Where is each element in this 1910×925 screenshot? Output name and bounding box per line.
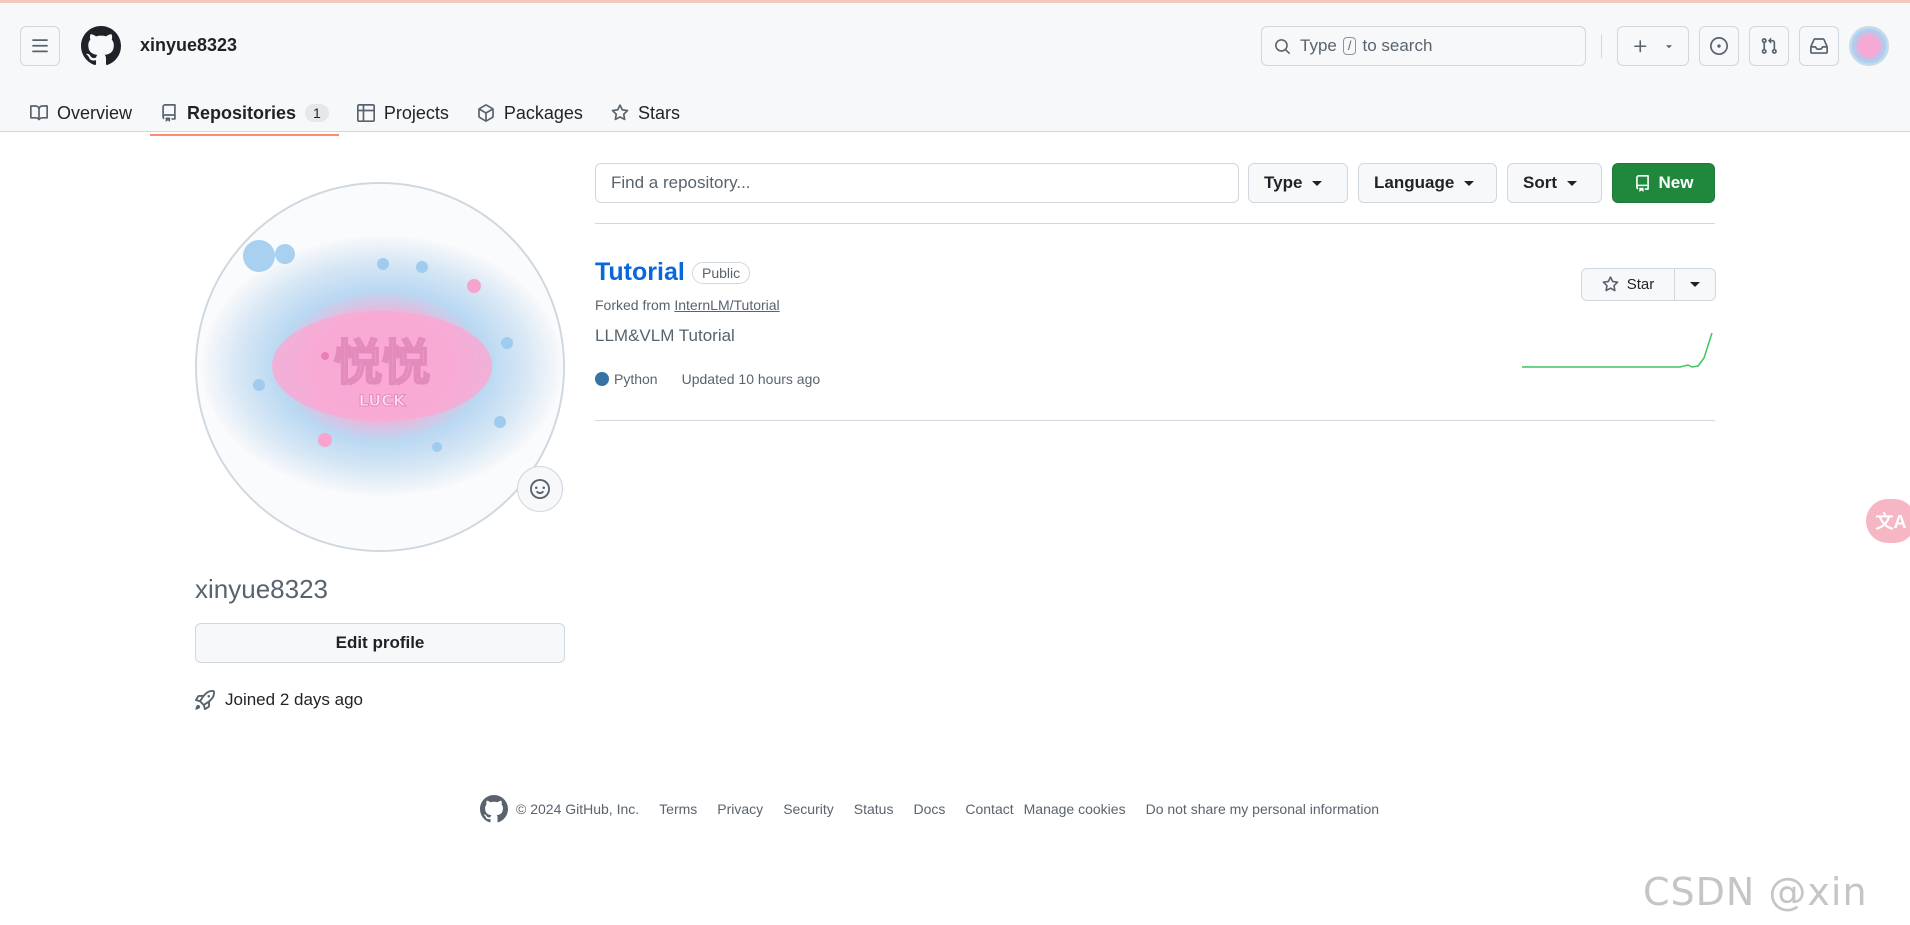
- language-color-dot: [595, 372, 609, 386]
- menu-button[interactable]: [20, 26, 60, 66]
- repo-icon: [1635, 174, 1649, 192]
- profile-avatar[interactable]: 悦悦 LUCK: [195, 182, 565, 552]
- profile-username: xinyue8323: [195, 574, 328, 604]
- search-suffix: to search: [1362, 36, 1433, 55]
- watermark: CSDN @xin yue.: [1643, 870, 1868, 925]
- inbox-icon: [1810, 38, 1828, 54]
- tab-packages-label: Packages: [503, 102, 583, 123]
- caret-down-icon: [1567, 180, 1577, 186]
- footer-copyright: © 2024 GitHub, Inc.: [516, 801, 640, 817]
- rocket-icon: [195, 690, 215, 710]
- find-repository-input[interactable]: Find a repository...: [595, 163, 1239, 203]
- smiley-icon: [530, 479, 550, 499]
- visibility-badge: Public: [692, 262, 751, 284]
- divider: [595, 223, 1715, 224]
- divider: [595, 420, 1715, 421]
- star-button-label: Star: [1626, 276, 1655, 293]
- footer-link-manage-cookies[interactable]: Manage cookies: [1024, 801, 1126, 817]
- header-username[interactable]: xinyue8323: [140, 35, 237, 56]
- search-shortcut-key: /: [1342, 37, 1357, 55]
- language-filter-label: Language: [1374, 173, 1455, 192]
- caret-down-icon: [1690, 282, 1700, 287]
- language-filter-button[interactable]: Language: [1358, 163, 1497, 203]
- new-button-label: New: [1658, 173, 1694, 192]
- search-icon: [1275, 38, 1290, 54]
- activity-sparkline: [1522, 332, 1713, 368]
- footer-link-privacy[interactable]: Privacy: [717, 801, 763, 817]
- footer-link-status[interactable]: Status: [854, 801, 894, 817]
- footer-link-do-not-share[interactable]: Do not share my personal information: [1146, 801, 1379, 817]
- plus-icon: [1633, 39, 1646, 52]
- set-status-button[interactable]: [517, 466, 563, 512]
- tab-projects[interactable]: Projects: [347, 91, 459, 135]
- tab-overview[interactable]: Overview: [20, 91, 142, 135]
- footer-link-security[interactable]: Security: [783, 801, 834, 817]
- hamburger-icon: [32, 39, 48, 53]
- forked-prefix: Forked from: [595, 297, 671, 313]
- tab-packages[interactable]: Packages: [467, 91, 593, 135]
- type-filter-label: Type: [1264, 173, 1303, 192]
- footer-link-contact[interactable]: Contact: [965, 801, 1013, 817]
- translate-icon: 文A: [1875, 512, 1907, 532]
- repositories-count-badge: 1: [305, 104, 329, 122]
- repo-language: Python: [614, 371, 658, 387]
- edit-profile-button[interactable]: Edit profile: [195, 623, 565, 663]
- tab-repositories-label: Repositories: [187, 102, 297, 123]
- search-input[interactable]: Type / to search: [1261, 26, 1586, 66]
- tab-repositories[interactable]: Repositories 1: [150, 91, 339, 136]
- search-prefix: Type: [1300, 36, 1337, 55]
- table-icon: [356, 104, 375, 122]
- create-new-button[interactable]: [1617, 26, 1689, 66]
- svg-text:悦悦: 悦悦: [334, 335, 430, 391]
- github-logo-icon[interactable]: [81, 26, 121, 66]
- repo-meta: Python Updated 10 hours ago: [595, 371, 820, 387]
- top-header: xinyue8323 Type / to search Overview Rep…: [0, 0, 1910, 136]
- tab-overview-label: Overview: [57, 102, 133, 123]
- repo-icon: [162, 104, 176, 122]
- star-icon: [611, 104, 629, 121]
- caret-down-icon: [1312, 180, 1323, 186]
- joined-text: Joined 2 days ago: [225, 690, 363, 709]
- package-icon: [478, 104, 494, 122]
- tab-stars[interactable]: Stars: [601, 91, 690, 135]
- pull-requests-button[interactable]: [1749, 26, 1789, 66]
- github-logo-icon[interactable]: [480, 795, 508, 823]
- issues-button[interactable]: [1699, 26, 1739, 66]
- footer: © 2024 GitHub, Inc. Terms Privacy Securi…: [480, 795, 1399, 823]
- tab-projects-label: Projects: [383, 102, 449, 123]
- star-button-group: Star: [1581, 268, 1716, 301]
- svg-text:LUCK: LUCK: [359, 391, 406, 410]
- user-avatar-button[interactable]: [1849, 26, 1889, 66]
- joined-info: Joined 2 days ago: [195, 690, 363, 710]
- sort-filter-label: Sort: [1523, 173, 1557, 192]
- repo-name-link[interactable]: Tutorial: [595, 258, 685, 287]
- profile-tabs: Overview Repositories 1 Projects Package…: [20, 91, 698, 136]
- new-repository-button[interactable]: New: [1612, 163, 1715, 203]
- footer-link-docs[interactable]: Docs: [913, 801, 945, 817]
- sort-filter-button[interactable]: Sort: [1507, 163, 1602, 203]
- translate-button[interactable]: 文A: [1866, 499, 1910, 543]
- type-filter-button[interactable]: Type: [1248, 163, 1348, 203]
- repo-updated: Updated 10 hours ago: [681, 371, 821, 387]
- inbox-button[interactable]: [1799, 26, 1839, 66]
- header-divider: [1601, 34, 1602, 58]
- footer-link-terms[interactable]: Terms: [659, 801, 697, 817]
- star-list-dropdown[interactable]: [1675, 269, 1715, 300]
- repo-description: LLM&VLM Tutorial: [595, 326, 735, 345]
- star-button[interactable]: Star: [1582, 269, 1675, 300]
- tab-stars-label: Stars: [637, 102, 680, 123]
- issue-opened-icon: [1710, 37, 1728, 55]
- chevron-down-icon: [1665, 45, 1672, 49]
- star-icon: [1602, 276, 1619, 292]
- book-icon: [30, 105, 48, 121]
- git-pull-request-icon: [1761, 37, 1777, 54]
- forked-source-link[interactable]: InternLM/Tutorial: [674, 297, 779, 313]
- caret-down-icon: [1464, 180, 1475, 186]
- avatar-artwork: 悦悦 LUCK: [197, 184, 563, 550]
- forked-from-text: Forked from InternLM/Tutorial: [595, 297, 780, 313]
